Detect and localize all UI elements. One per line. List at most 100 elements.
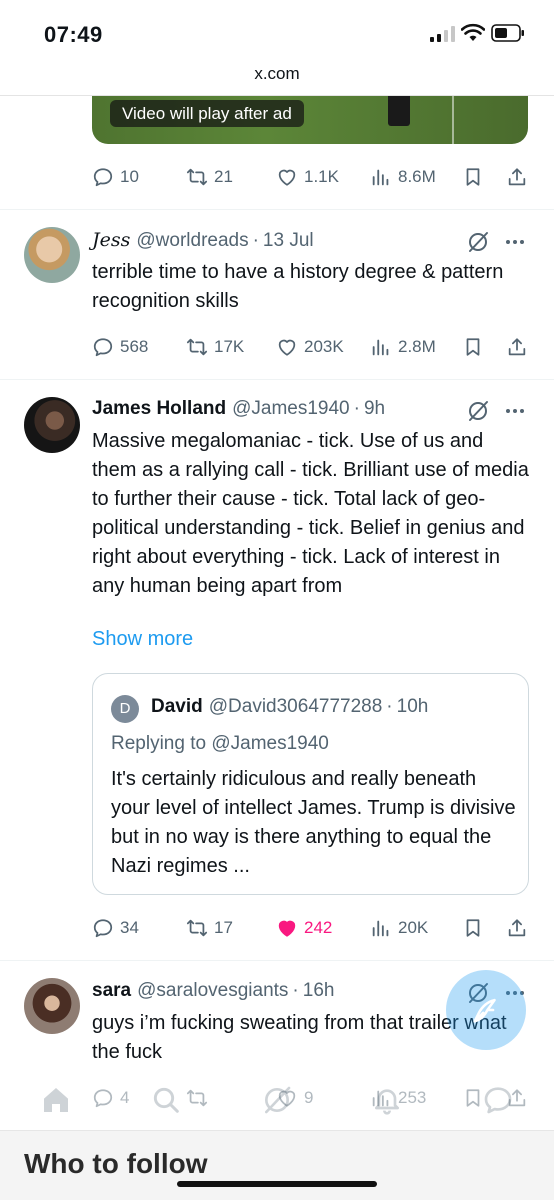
quote-avatar[interactable]: D — [111, 695, 139, 723]
video-pitch-line — [452, 96, 454, 144]
heart-filled-icon — [278, 920, 296, 937]
quote-header: David @David3064777288 · 10h — [151, 696, 428, 718]
battery-icon — [491, 24, 524, 42]
separator-dot: · — [353, 398, 360, 419]
more-options-icon[interactable] — [503, 230, 527, 254]
view-count: 20K — [398, 918, 429, 937]
bookmark-button[interactable] — [462, 164, 490, 190]
grok-nav-icon[interactable] — [261, 1084, 293, 1116]
replying-to: Replying to @James1940 — [111, 733, 329, 754]
address-bar[interactable]: x.com — [0, 64, 554, 84]
share-icon — [508, 168, 526, 186]
timestamp[interactable]: 16h — [303, 980, 335, 1002]
like-button[interactable]: 203K — [276, 334, 344, 360]
share-button[interactable] — [506, 164, 534, 190]
who-to-follow-heading: Who to follow — [24, 1148, 208, 1179]
reply-icon — [93, 338, 113, 357]
repost-button[interactable]: 17 — [186, 915, 233, 941]
view-count: 8.6M — [398, 167, 436, 186]
like-button[interactable]: 242 — [276, 915, 332, 941]
repost-button[interactable]: 21 — [186, 164, 233, 190]
video-ad-overlay: Video will play after ad — [110, 100, 304, 127]
views-button[interactable]: 20K — [370, 915, 428, 941]
wifi-icon — [461, 23, 485, 41]
home-icon[interactable] — [40, 1084, 72, 1116]
grok-icon[interactable] — [466, 399, 490, 423]
share-button[interactable] — [506, 334, 534, 360]
separator-dot: · — [386, 696, 393, 717]
tweet-divider — [0, 960, 554, 961]
bookmark-icon — [466, 168, 480, 186]
share-icon — [508, 919, 526, 937]
compose-feather-icon — [473, 998, 496, 1023]
tweet-actions: 568 17K 203K 2.8M — [92, 334, 532, 360]
cellular-signal-icon — [430, 26, 455, 42]
quoted-tweet[interactable]: D David @David3064777288 · 10h Replying … — [92, 673, 529, 895]
repost-count: 17K — [214, 337, 245, 356]
tweet-actions: 10 21 1.1K 8.6M — [92, 164, 532, 190]
search-icon[interactable] — [150, 1084, 182, 1116]
separator-dot: · — [292, 980, 299, 1001]
notifications-bell-icon[interactable] — [371, 1084, 403, 1116]
repost-icon — [186, 919, 208, 937]
reply-button[interactable]: 568 — [92, 334, 148, 360]
reply-button[interactable]: 34 — [92, 915, 139, 941]
user-handle[interactable]: @worldreads — [136, 230, 248, 252]
repost-button[interactable]: 17K — [186, 334, 244, 360]
share-icon — [508, 338, 526, 356]
bookmark-icon — [466, 338, 480, 356]
avatar[interactable] — [24, 397, 80, 453]
reply-count: 568 — [120, 337, 149, 356]
timestamp[interactable]: 13 Jul — [263, 230, 314, 252]
user-handle[interactable]: @James1940 — [232, 398, 350, 420]
repost-count: 21 — [214, 167, 233, 186]
quote-display-name[interactable]: David — [151, 696, 203, 718]
bookmark-icon — [466, 919, 480, 937]
bookmark-button[interactable] — [462, 915, 490, 941]
avatar[interactable] — [24, 978, 80, 1034]
analytics-icon — [372, 920, 389, 937]
tweet-text: Massive megalomaniac - tick. Use of us a… — [92, 430, 529, 597]
quote-text: It's certainly ridiculous and really ben… — [111, 768, 516, 877]
like-count: 203K — [304, 337, 344, 356]
home-indicator[interactable] — [177, 1181, 377, 1187]
view-count: 2.8M — [398, 337, 436, 356]
repost-icon — [186, 338, 208, 356]
quote-user-handle[interactable]: @David3064777288 — [209, 696, 383, 718]
tweet-header: sara @saralovesgiants · 16h — [92, 980, 334, 1006]
display-name[interactable]: sara — [92, 980, 131, 1002]
display-name[interactable]: James Holland — [92, 398, 226, 420]
like-count: 242 — [304, 918, 333, 937]
video-scoreboard — [388, 96, 410, 126]
share-button[interactable] — [506, 915, 534, 941]
grok-icon[interactable] — [466, 230, 490, 254]
display-name[interactable]: Jess — [92, 229, 130, 251]
analytics-icon — [372, 339, 389, 356]
analytics-icon — [372, 169, 389, 186]
reply-icon — [93, 919, 113, 938]
like-count: 1.1K — [304, 167, 339, 186]
user-handle[interactable]: @saralovesgiants — [137, 980, 288, 1002]
separator-dot: · — [252, 230, 259, 251]
tweet-text: terrible time to have a history degree &… — [92, 261, 504, 312]
views-button[interactable]: 2.8M — [370, 334, 436, 360]
status-bar: 07:49 — [0, 0, 554, 60]
repost-icon — [186, 168, 208, 186]
like-button[interactable]: 1.1K — [276, 164, 339, 190]
views-button[interactable]: 8.6M — [370, 164, 436, 190]
reply-icon — [93, 168, 113, 187]
bookmark-button[interactable] — [462, 334, 490, 360]
quote-timestamp[interactable]: 10h — [397, 696, 429, 718]
tweet-actions: 34 17 242 20K — [92, 915, 532, 941]
tweet-divider — [0, 209, 554, 210]
compose-button[interactable] — [446, 970, 526, 1050]
avatar[interactable] — [24, 227, 80, 283]
show-more-link[interactable]: Show more — [92, 628, 193, 651]
repost-count: 17 — [214, 918, 233, 937]
tweet-header: Jess @worldreads · 13 Jul — [92, 229, 314, 255]
more-options-icon[interactable] — [503, 399, 527, 423]
reply-button[interactable]: 10 — [92, 164, 139, 190]
messages-icon[interactable] — [482, 1084, 514, 1116]
tweet-divider — [0, 379, 554, 380]
timestamp[interactable]: 9h — [364, 398, 385, 420]
